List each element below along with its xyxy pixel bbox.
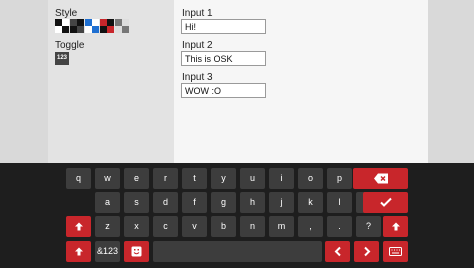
style-label: Style [55,8,78,19]
on-screen-keyboard: qwertyuiopasdfghjkl'zxcvbnm,.? &123 [0,163,474,268]
input-1-label: Input 1 [182,8,213,19]
shift-arrow-icon [74,247,83,256]
key-d[interactable]: d [153,192,178,213]
toggle-123-button[interactable]: 123 [55,52,69,65]
input-2-field[interactable]: This is OSK [181,51,266,66]
shift-right-key[interactable] [383,216,408,237]
key-b[interactable]: b [211,216,236,237]
shift-bottom-key[interactable] [66,241,91,262]
key-r[interactable]: r [153,168,178,189]
key-a[interactable]: a [95,192,120,213]
emoji-icon [131,246,142,257]
key-c[interactable]: c [153,216,178,237]
key-n[interactable]: n [240,216,265,237]
emoji-key[interactable] [124,241,149,262]
space-key[interactable] [153,241,322,262]
key-h[interactable]: h [240,192,265,213]
arrow-right-key[interactable] [354,241,379,262]
input-3-label: Input 3 [182,72,213,83]
key-t[interactable]: t [182,168,207,189]
shift-arrow-icon [391,222,400,231]
style-swatch-dark-red[interactable] [100,19,114,33]
shift-left-key[interactable] [66,216,91,237]
backspace-icon [373,173,388,184]
key-period[interactable]: . [327,216,352,237]
key-question[interactable]: ? [356,216,381,237]
style-swatch-grey[interactable] [115,19,129,33]
key-p[interactable]: p [327,168,352,189]
key-s[interactable]: s [124,192,149,213]
enter-key[interactable] [363,192,408,213]
key-i[interactable]: i [269,168,294,189]
shift-arrow-icon [74,222,83,231]
hide-keyboard-key[interactable] [383,241,408,262]
backspace-key[interactable] [353,168,408,189]
key-j[interactable]: j [269,192,294,213]
input-1-field[interactable]: Hi! [181,19,266,34]
right-margin [428,0,474,163]
arrow-right-icon [363,246,370,257]
input-3-field[interactable]: WOW :O [181,83,266,98]
key-l[interactable]: l [327,192,352,213]
arrow-left-key[interactable] [325,241,350,262]
symbols-key[interactable]: &123 [95,241,120,262]
key-comma[interactable]: , [298,216,323,237]
style-swatch-dark-on-light[interactable] [55,19,69,33]
key-z[interactable]: z [95,216,120,237]
style-swatch-dark[interactable] [70,19,84,33]
keyboard-icon [389,247,402,256]
toggle-label: Toggle [55,40,85,51]
left-margin [0,0,48,163]
input-2-label: Input 2 [182,40,213,51]
key-w[interactable]: w [95,168,120,189]
key-v[interactable]: v [182,216,207,237]
key-g[interactable]: g [211,192,236,213]
checkmark-icon [379,197,392,207]
key-o[interactable]: o [298,168,323,189]
key-u[interactable]: u [240,168,265,189]
key-f[interactable]: f [182,192,207,213]
key-q[interactable]: q [66,168,91,189]
key-m[interactable]: m [269,216,294,237]
key-e[interactable]: e [124,168,149,189]
key-x[interactable]: x [124,216,149,237]
arrow-left-icon [334,246,341,257]
style-swatch-blue-accent[interactable] [85,19,99,33]
key-k[interactable]: k [298,192,323,213]
key-y[interactable]: y [211,168,236,189]
